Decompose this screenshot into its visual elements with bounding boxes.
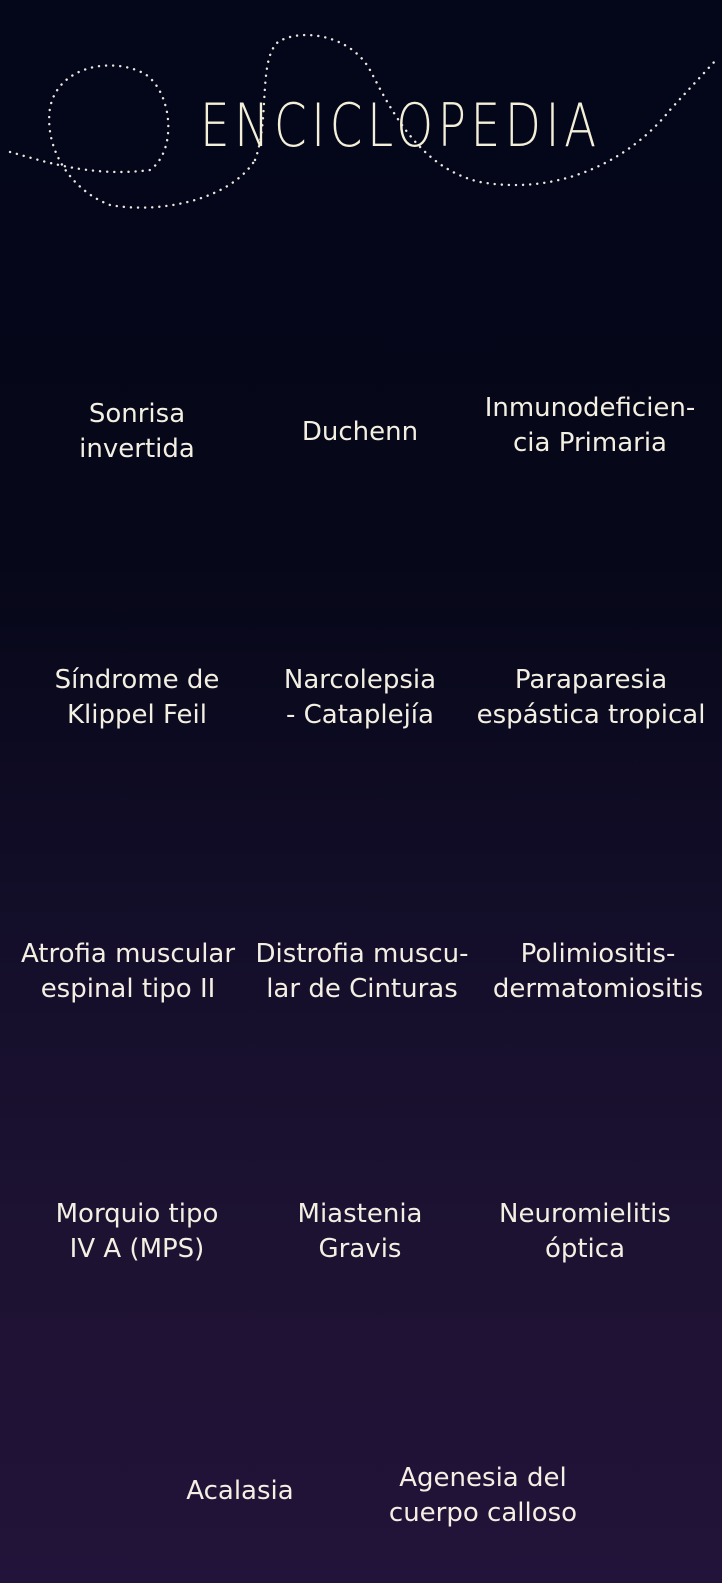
topic-agenesia-cuerpo-calloso[interactable]: Agenesia del cuerpo calloso: [358, 1456, 608, 1536]
topic-atrofia-muscular-espinal[interactable]: Atrofia muscular espinal tipo II: [10, 932, 246, 1012]
topic-duchenn[interactable]: Duchenn: [250, 392, 470, 472]
topic-sonrisa-invertida[interactable]: Sonrisa invertida: [22, 392, 252, 472]
topic-inmunodeficiencia-primaria[interactable]: Inmunodeficien- cia Primaria: [470, 386, 710, 466]
topic-distrofia-muscular-cinturas[interactable]: Distrofia muscu- lar de Cinturas: [250, 932, 474, 1012]
topic-polimiositis-dermatomiositis[interactable]: Polimiositis- dermatomiositis: [480, 932, 716, 1012]
topic-grid: Sonrisa invertida Duchenn Inmunodeficien…: [0, 0, 722, 1583]
topic-sindrome-klippel-feil[interactable]: Síndrome de Klippel Feil: [22, 658, 252, 738]
topic-narcolepsia-cataplejia[interactable]: Narcolepsia - Cataplejía: [250, 658, 470, 738]
topic-acalasia[interactable]: Acalasia: [130, 1451, 350, 1531]
topic-paraparesia-espastica-tropical[interactable]: Paraparesia espástica tropical: [466, 658, 716, 738]
topic-miastenia-gravis[interactable]: Miastenia Gravis: [250, 1192, 470, 1272]
topic-morquio-tipo-iva[interactable]: Morquio tipo IV A (MPS): [22, 1192, 252, 1272]
topic-neuromielitis-optica[interactable]: Neuromielitis óptica: [470, 1192, 700, 1272]
